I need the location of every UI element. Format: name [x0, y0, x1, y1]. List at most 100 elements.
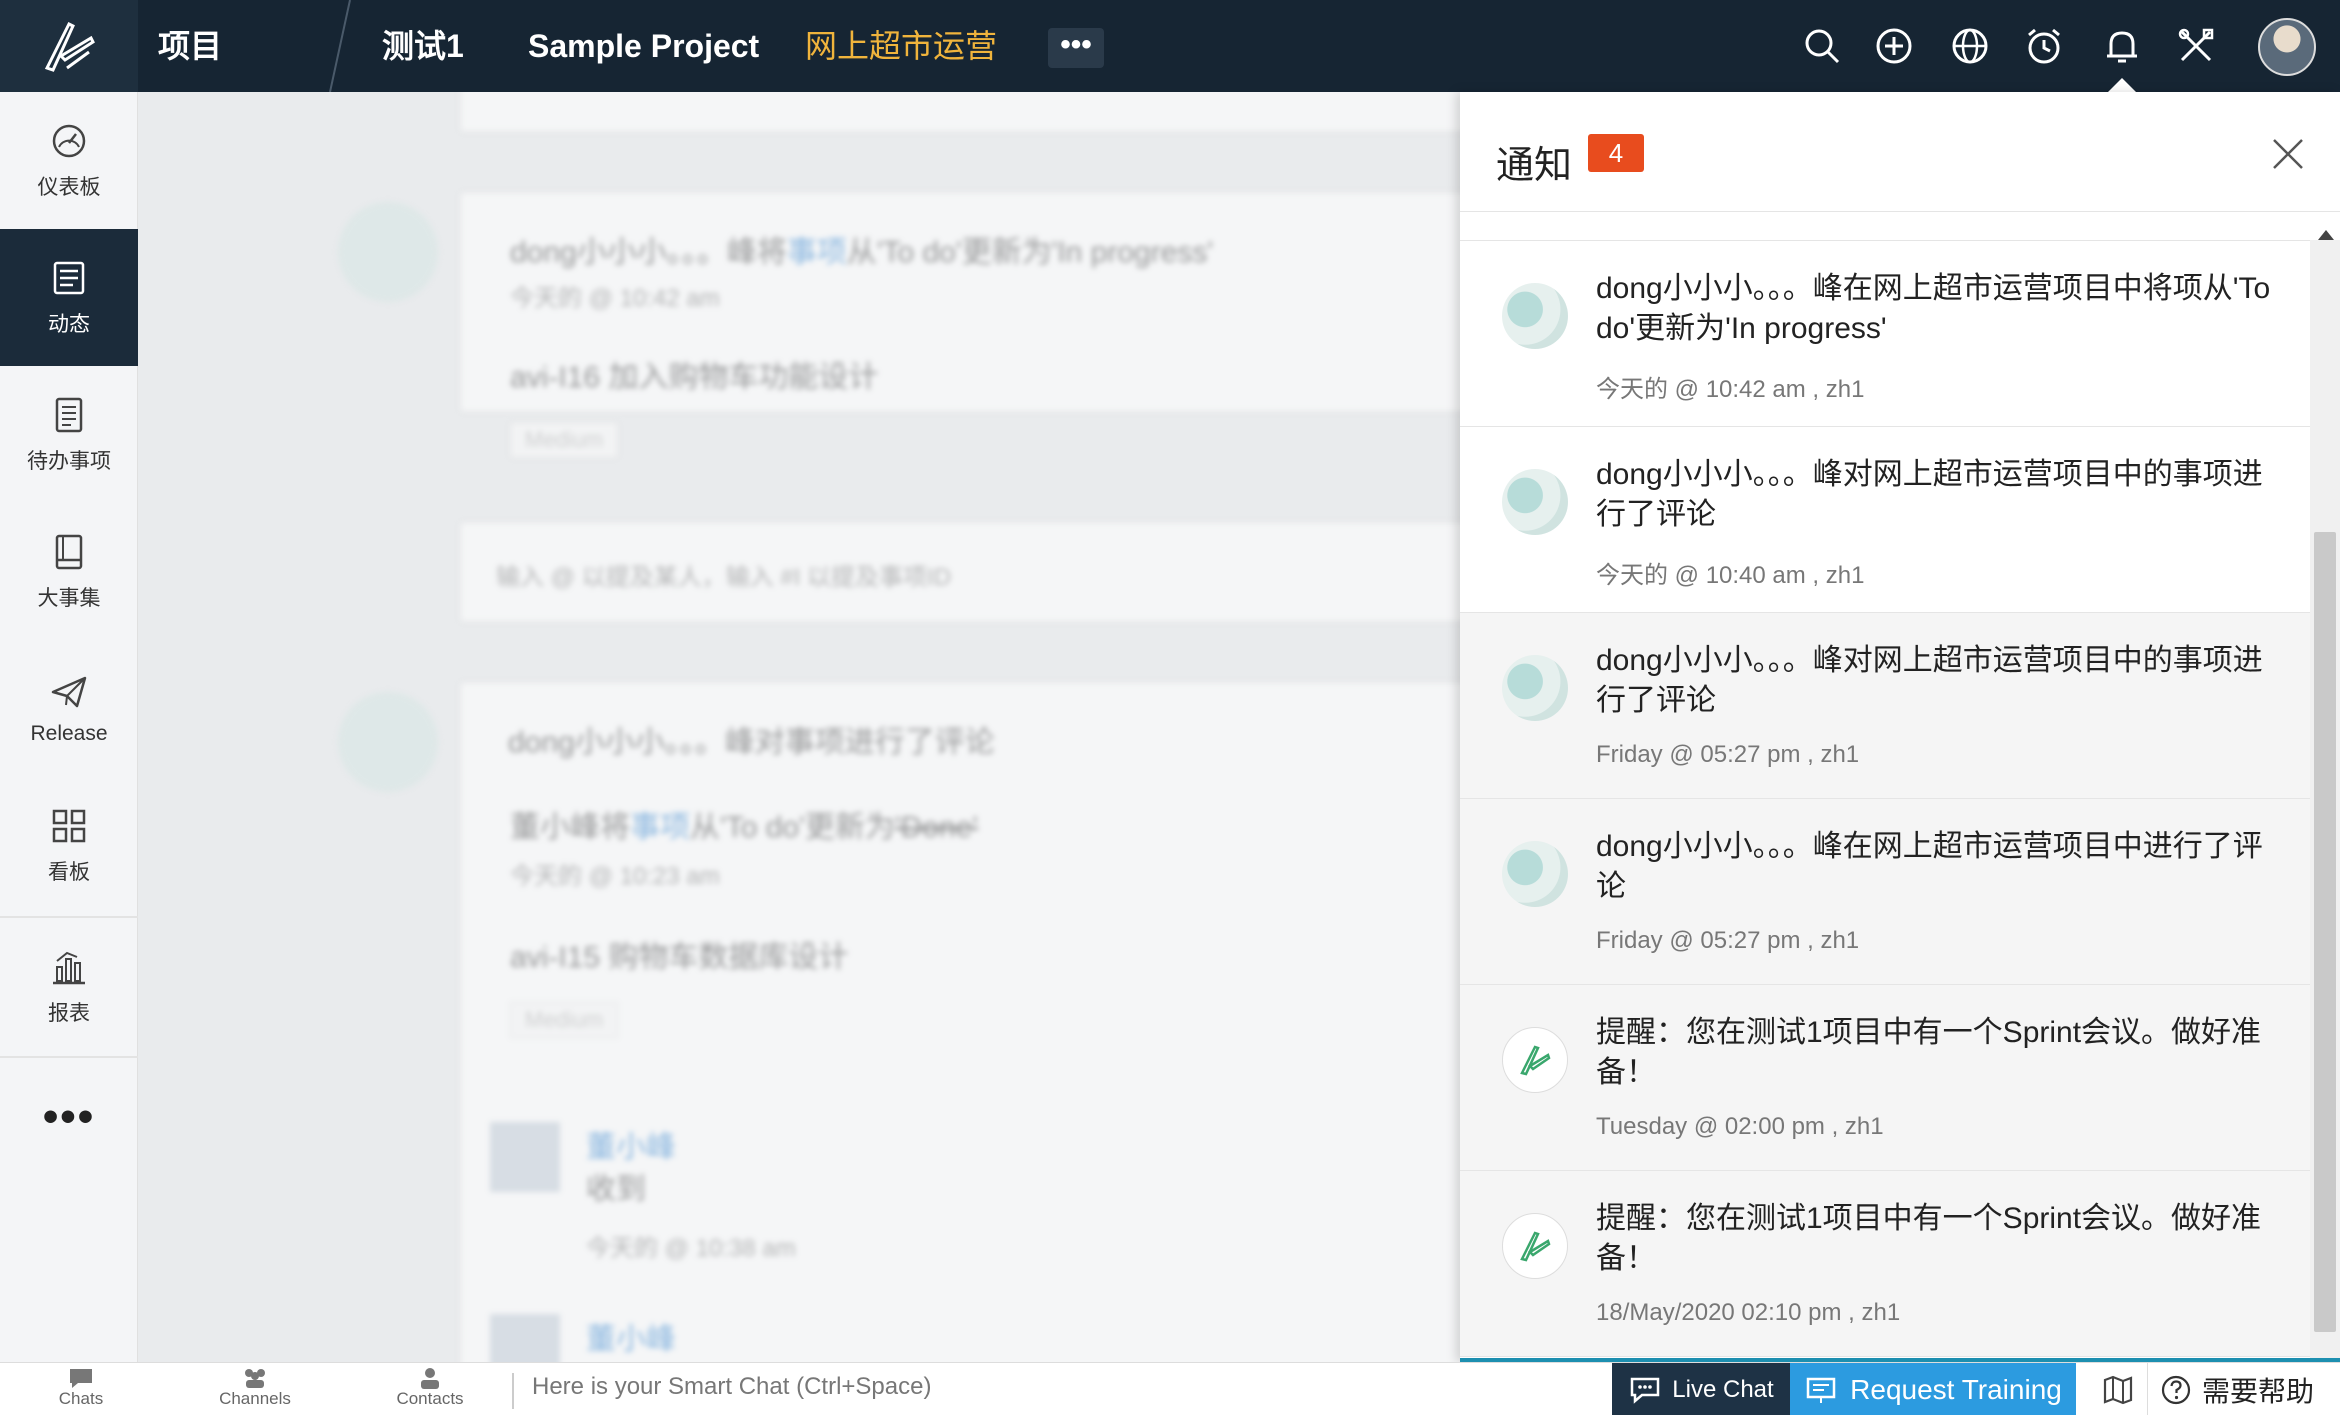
bottom-tab-label: Contacts — [396, 1389, 464, 1408]
notification-time: 今天的 @ 10:42 am , zh1 — [1596, 376, 1865, 403]
notification-count-badge: 4 — [1588, 134, 1644, 172]
feed-avatar — [338, 692, 438, 792]
sidebar-item-label: 大事集 — [37, 586, 101, 610]
bottom-divider — [512, 1373, 514, 1409]
notification-item[interactable]: dong小小小。。。峰对网上超市运营项目中的事项进行了评论 今天的 @ 10:4… — [1460, 427, 2310, 613]
sidebar-more-button[interactable]: ••• — [0, 1092, 138, 1142]
bottom-tab-label: Channels — [219, 1389, 291, 1408]
feed-task-link[interactable]: avi-I16 加入购物车功能设计 — [510, 352, 878, 396]
nav-project-current[interactable]: 网上超市运营 — [805, 0, 997, 92]
notification-text: dong小小小。。。峰在网上超市运营项目中将项从'To do'更新为'In pr… — [1596, 272, 2271, 345]
bottom-tab-label: Chats — [58, 1389, 104, 1408]
feed-activity-text: 董小峰将事项从'To do'更新为'Done' — [510, 811, 979, 844]
app-logo-icon — [1502, 1027, 1568, 1093]
feed-card — [460, 92, 1460, 132]
notification-item[interactable]: dong小小小。。。峰在网上超市运营项目中进行了评论 Friday @ 05:2… — [1460, 799, 2310, 985]
bottom-tab-contacts[interactable]: Contacts — [375, 1365, 485, 1409]
comment-input[interactable]: 输入 @ 以提及某人，输入 #I 以提及事项ID — [496, 557, 951, 592]
add-icon[interactable] — [1868, 20, 1920, 72]
notification-item[interactable]: dong小小小。。。峰对网上超市运营项目中的事项进行了评论 Friday @ 0… — [1460, 613, 2310, 799]
live-chat-icon — [1631, 1377, 1660, 1404]
live-chat-label: Live Chat — [1672, 1375, 1774, 1403]
notification-avatar — [1502, 655, 1568, 721]
report-icon — [53, 951, 85, 984]
notification-item[interactable]: 提醒：您在测试1项目中有一个Sprint会议。做好准备！ 18/May/2020… — [1460, 1171, 2310, 1357]
sidebar-item-dashboard[interactable]: 仪表板 — [0, 92, 138, 229]
top-navigation-bar: 项目 测试1 Sample Project 网上超市运营 ••• — [0, 0, 2340, 92]
backlog-icon — [55, 397, 83, 432]
activity-feed: dong小小小。。。峰将事项从'To do'更新为'In progress' 今… — [138, 92, 1460, 1362]
notification-time: Friday @ 05:27 pm , zh1 — [1596, 927, 1860, 954]
sidebar-item-label: 报表 — [48, 1001, 90, 1025]
feed-timestamp: 今天的 @ 10:42 am — [510, 285, 720, 312]
bell-icon[interactable] — [2096, 20, 2148, 72]
smart-chat-input[interactable]: Here is your Smart Chat (Ctrl+Space) — [532, 1373, 931, 1401]
nav-more-button[interactable]: ••• — [1048, 28, 1104, 68]
app-logo[interactable] — [0, 0, 138, 92]
tools-icon[interactable] — [2170, 20, 2222, 72]
feed-task-link[interactable]: avi-I15 购物车数据库设计 — [510, 932, 848, 976]
request-training-button[interactable]: Request Training — [1790, 1363, 2076, 1415]
feed-avatar — [338, 202, 438, 302]
sidebar-item-label: Release — [30, 721, 108, 745]
scrollbar-thumb[interactable] — [2314, 532, 2336, 1332]
notification-item[interactable]: 提醒：您在测试1项目中有一个Sprint会议。做好准备！ Tuesday @ 0… — [1460, 985, 2310, 1171]
epic-icon — [55, 534, 83, 569]
notification-panel-title: 通知 — [1496, 145, 1573, 187]
left-sidebar: 仪表板 动态 待办事项 大事集 Release 看板 报表 ••• — [0, 92, 138, 1362]
notification-text: dong小小小。。。峰对网上超市运营项目中的事项进行了评论 — [1596, 644, 2263, 717]
nav-project-sample[interactable]: Sample Project — [528, 0, 759, 92]
sidebar-divider — [0, 1056, 138, 1058]
feed-icon — [53, 261, 85, 294]
training-icon — [1806, 1377, 1836, 1403]
sidebar-item-release[interactable]: Release — [0, 640, 138, 777]
comment-avatar — [490, 1122, 560, 1192]
nav-project-test1[interactable]: 测试1 — [382, 0, 464, 92]
help-button[interactable]: 需要帮助 — [2160, 1363, 2340, 1415]
notification-panel: 通知 4 dong小小小。。。峰在网上超市运营项目中将项从'To do'更新为'… — [1460, 92, 2340, 1362]
sidebar-item-board[interactable]: 看板 — [0, 777, 138, 914]
comment-text: 收到 — [586, 1173, 646, 1206]
scroll-up-arrow-icon[interactable] — [2318, 230, 2334, 240]
notification-time: 今天的 @ 10:40 am , zh1 — [1596, 562, 1865, 589]
feed-timestamp: 今天的 @ 10:23 am — [510, 863, 720, 890]
sidebar-item-reports[interactable]: 报表 — [0, 918, 138, 1055]
nav-projects[interactable]: 项目 — [158, 0, 222, 92]
sidebar-item-feed[interactable]: 动态 — [0, 229, 138, 366]
bottom-tab-chats[interactable]: Chats — [26, 1365, 136, 1409]
notification-text: 提醒：您在测试1项目中有一个Sprint会议。做好准备！ — [1596, 1016, 2262, 1089]
sidebar-item-label: 仪表板 — [37, 175, 101, 199]
comment-user[interactable]: 董小峰 — [586, 1314, 676, 1358]
feed-timestamp: 今天的 @ 10:38 am — [586, 1235, 796, 1262]
feed-activity-text: dong小小小。。。峰将事项从'To do'更新为'In progress' — [510, 236, 1214, 269]
live-chat-button[interactable]: Live Chat — [1612, 1363, 1790, 1415]
close-icon[interactable] — [2268, 134, 2308, 174]
notification-avatar — [1502, 283, 1568, 349]
sidebar-item-label: 动态 — [48, 312, 90, 336]
comment-user[interactable]: 董小峰 — [586, 1122, 676, 1166]
comment-avatar — [490, 1314, 560, 1362]
bottom-tab-channels[interactable]: Channels — [200, 1365, 310, 1409]
user-avatar[interactable] — [2258, 18, 2316, 76]
globe-icon[interactable] — [1944, 20, 1996, 72]
release-icon — [51, 676, 87, 707]
priority-badge: Medium — [510, 422, 619, 458]
notification-avatar — [1502, 841, 1568, 907]
group-icon — [245, 1369, 265, 1388]
sidebar-item-backlog[interactable]: 待办事项 — [0, 366, 138, 503]
search-icon[interactable] — [1796, 20, 1848, 72]
notification-time: 18/May/2020 02:10 pm , zh1 — [1596, 1299, 1901, 1326]
notification-text: 提醒：您在测试1项目中有一个Sprint会议。做好准备！ — [1596, 1202, 2262, 1275]
notification-text: dong小小小。。。峰在网上超市运营项目中进行了评论 — [1596, 830, 2263, 903]
map-icon[interactable] — [2088, 1363, 2148, 1415]
notification-avatar — [1502, 469, 1568, 535]
alarm-clock-icon[interactable] — [2018, 20, 2070, 72]
comment-header: dong小小小。。。峰对事项进行了评论 — [508, 726, 995, 759]
board-icon — [52, 809, 86, 842]
sidebar-item-label: 待办事项 — [27, 449, 111, 473]
chat-bubble-icon — [70, 1369, 92, 1388]
sidebar-item-label: 看板 — [48, 860, 90, 884]
dashboard-icon — [52, 124, 86, 157]
notification-item[interactable]: dong小小小。。。峰在网上超市运营项目中将项从'To do'更新为'In pr… — [1460, 241, 2310, 427]
sidebar-item-epics[interactable]: 大事集 — [0, 503, 138, 640]
